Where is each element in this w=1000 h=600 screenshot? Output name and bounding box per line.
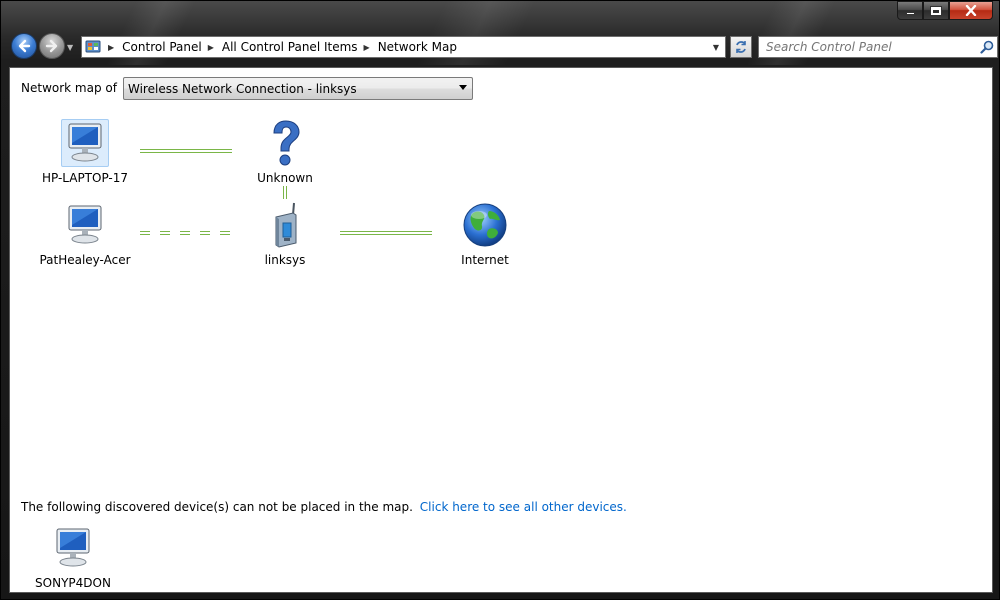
navigation-bar: ▼ ▶ Control Panel ▶ All Control Panel It… — [9, 31, 998, 63]
discovered-devices-notice: The following discovered device(s) can n… — [21, 500, 627, 514]
breadcrumb-separator[interactable]: ▶ — [364, 43, 370, 52]
see-all-devices-link[interactable]: Click here to see all other devices. — [420, 500, 627, 514]
network-map-window: ▼ ▶ Control Panel ▶ All Control Panel It… — [0, 0, 1000, 600]
close-button[interactable] — [949, 1, 993, 20]
address-dropdown-button[interactable]: ▼ — [707, 37, 725, 57]
link-line — [140, 149, 232, 153]
forward-arrow-icon — [45, 39, 58, 53]
back-arrow-icon — [18, 39, 31, 53]
back-button[interactable] — [11, 33, 37, 59]
maximize-icon — [930, 5, 942, 16]
connection-select[interactable]: Wireless Network Connection - linksys — [123, 77, 473, 100]
search-icon — [980, 40, 994, 54]
search-box — [758, 36, 998, 58]
search-button[interactable] — [977, 37, 997, 57]
connection-select-value: Wireless Network Connection - linksys — [128, 81, 357, 96]
caption-buttons — [897, 1, 993, 21]
forward-button[interactable] — [39, 33, 65, 59]
device-sony[interactable]: SONYP4DON — [18, 524, 128, 590]
question-mark-icon — [261, 119, 309, 167]
minimize-button[interactable] — [897, 1, 923, 20]
maximize-button[interactable] — [923, 1, 949, 20]
search-input[interactable] — [759, 37, 977, 57]
breadcrumb-all-items[interactable]: All Control Panel Items — [222, 40, 358, 54]
device-label: linksys — [264, 253, 306, 267]
computer-icon — [61, 201, 109, 249]
device-label: Internet — [461, 253, 509, 267]
link-line — [340, 231, 432, 235]
device-label: HP-LAPTOP-17 — [41, 171, 129, 185]
device-internet[interactable]: Internet — [430, 201, 540, 267]
discovered-devices-text: The following discovered device(s) can n… — [21, 500, 413, 514]
breadcrumb-network-map[interactable]: Network Map — [378, 40, 457, 54]
router-icon — [261, 201, 309, 249]
minimize-icon — [905, 12, 915, 15]
recent-pages-dropdown[interactable]: ▼ — [67, 43, 75, 52]
address-bar[interactable]: ▶ Control Panel ▶ All Control Panel Item… — [81, 36, 726, 58]
device-label: Unknown — [257, 171, 313, 185]
breadcrumb-separator[interactable]: ▶ — [108, 43, 114, 52]
computer-icon — [61, 119, 109, 167]
device-label: PatHealey-Acer — [39, 253, 131, 267]
device-unknown[interactable]: Unknown — [230, 119, 340, 185]
chevron-down-icon — [459, 85, 467, 90]
globe-icon — [461, 201, 509, 249]
breadcrumb-control-panel[interactable]: Control Panel — [122, 40, 202, 54]
device-hp-laptop[interactable]: HP-LAPTOP-17 — [30, 119, 140, 185]
close-icon — [965, 5, 977, 16]
device-linksys-router[interactable]: linksys — [230, 201, 340, 267]
network-map-of-label: Network map of — [21, 81, 117, 95]
network-map-content: Network map of Wireless Network Connecti… — [9, 67, 993, 593]
computer-icon — [49, 524, 97, 572]
control-panel-icon — [84, 38, 102, 56]
refresh-button[interactable] — [730, 36, 752, 58]
refresh-icon — [736, 41, 746, 53]
breadcrumb-separator[interactable]: ▶ — [208, 43, 214, 52]
device-label: SONYP4DON — [35, 576, 111, 590]
device-pathealey-acer[interactable]: PatHealey-Acer — [30, 201, 140, 267]
link-line-dashed — [140, 231, 232, 235]
link-line — [283, 186, 287, 199]
